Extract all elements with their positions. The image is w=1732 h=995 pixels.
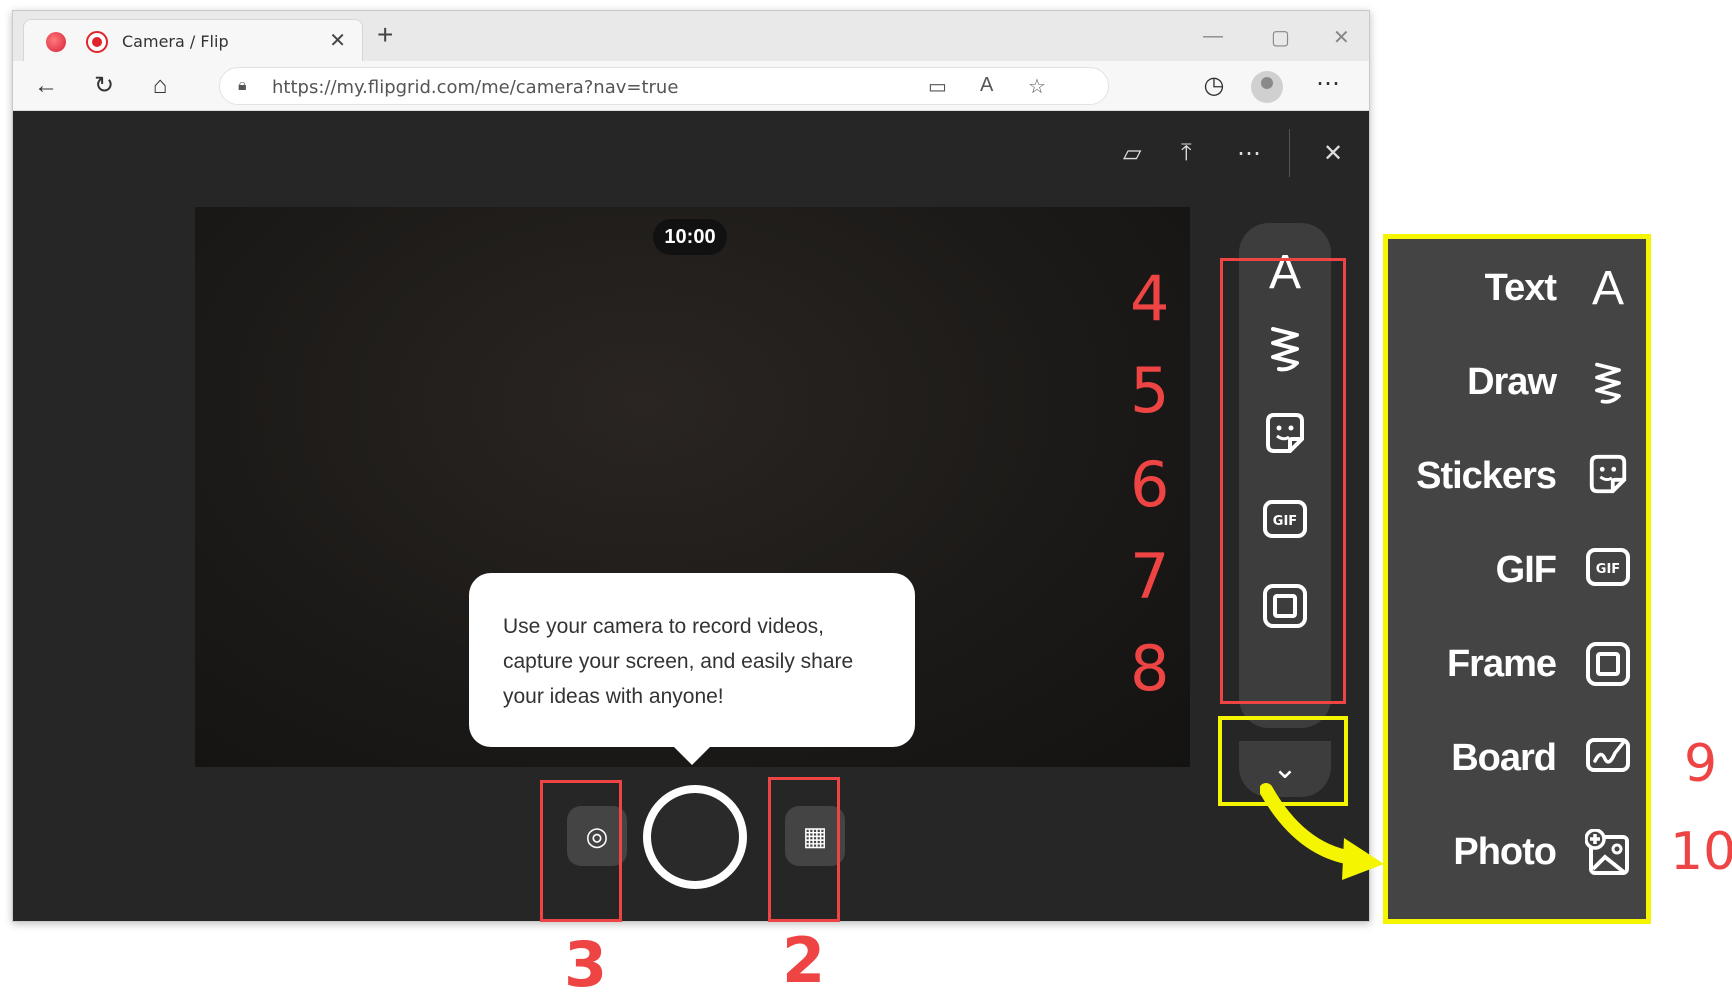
close-camera-icon[interactable]: ✕ (1323, 139, 1343, 168)
annotation-number-4: 4 (1130, 262, 1170, 335)
annotation-number-5: 5 (1130, 354, 1170, 427)
maximize-icon[interactable]: ▢ (1271, 25, 1290, 50)
annotation-number-10: 10 (1670, 822, 1732, 882)
read-aloud-icon[interactable]: A (980, 74, 993, 97)
more-icon[interactable]: ⋯ (1237, 139, 1261, 168)
menu-label: GIF (1495, 549, 1557, 591)
window-close-icon[interactable]: ✕ (1333, 25, 1350, 50)
annotation-number-2: 2 (782, 924, 826, 995)
address-bar[interactable]: 🔒︎ https://my.flipgrid.com/me/camera?nav… (219, 67, 1109, 105)
close-tab-icon[interactable]: ✕ (329, 28, 346, 53)
annotation-number-7: 7 (1130, 540, 1170, 613)
browser-toolbar: ← ↻ ⌂ 🔒︎ https://my.flipgrid.com/me/came… (13, 61, 1369, 111)
menu-item-text[interactable]: Text A (1388, 259, 1646, 319)
annotation-number-6: 6 (1130, 448, 1170, 521)
camera-preview: 10:00 Use your camera to record videos, … (195, 207, 1190, 767)
annotation-number-8: 8 (1130, 632, 1170, 705)
annotation-box-backdrop (768, 777, 840, 922)
recording-timer: 10:00 (653, 219, 727, 255)
back-icon[interactable]: ← (31, 71, 61, 101)
menu-item-gif[interactable]: GIF GIF (1388, 541, 1646, 601)
camera-permission-icon[interactable]: ▭ (928, 74, 947, 99)
expanded-tools-menu: Text A Draw Stickers GIF GIF Frame Board… (1383, 234, 1651, 924)
menu-label: Text (1484, 267, 1557, 309)
svg-text:GIF: GIF (1596, 562, 1620, 577)
new-tab-icon[interactable]: + (377, 21, 393, 49)
refresh-icon[interactable]: ↻ (89, 71, 119, 101)
menu-label: Stickers (1416, 455, 1557, 497)
menu-item-stickers[interactable]: Stickers (1388, 447, 1646, 507)
annotation-arrow (1260, 783, 1384, 880)
lock-icon: 🔒︎ (238, 77, 247, 94)
screenshot-stage: Camera / Flip ✕ + — ▢ ✕ ← ↻ ⌂ 🔒︎ https:/… (0, 0, 1732, 995)
flip-logo-icon (46, 32, 66, 52)
browser-tab[interactable]: Camera / Flip ✕ (23, 19, 363, 61)
minimize-icon[interactable]: — (1203, 25, 1223, 48)
board-icon (1584, 735, 1632, 783)
recording-indicator-icon (86, 31, 108, 53)
upload-icon[interactable]: ⤒ (1181, 139, 1192, 167)
menu-label: Draw (1467, 361, 1557, 403)
menu-item-draw[interactable]: Draw (1388, 353, 1646, 413)
annotation-box-effects (540, 780, 622, 922)
home-icon[interactable]: ⌂ (145, 71, 175, 101)
frame-icon (1584, 641, 1632, 689)
photo-icon (1584, 828, 1632, 877)
annotation-number-9: 9 (1684, 734, 1718, 794)
record-button[interactable] (643, 785, 747, 889)
more-options-icon[interactable]: ⋯ (1313, 69, 1343, 99)
tab-strip: Camera / Flip ✕ + — ▢ ✕ (13, 11, 1369, 61)
annotation-number-3: 3 (564, 928, 608, 995)
tab-title: Camera / Flip (122, 32, 229, 51)
menu-label: Frame (1446, 643, 1557, 685)
history-icon[interactable]: ◷ (1199, 71, 1229, 101)
text-icon: A (1591, 262, 1624, 315)
add-favorite-icon[interactable]: ☆ (1028, 74, 1046, 99)
menu-item-board[interactable]: Board (1388, 729, 1646, 789)
toolbar-divider (1289, 129, 1290, 177)
gif-icon: GIF (1584, 547, 1632, 595)
tooltip-text: Use your camera to record videos, captur… (503, 615, 854, 708)
profile-avatar[interactable] (1251, 71, 1283, 103)
sticker-icon (1584, 453, 1632, 501)
menu-item-frame[interactable]: Frame (1388, 635, 1646, 695)
annotation-box-rail (1220, 258, 1346, 704)
notes-icon[interactable]: ▱ (1123, 139, 1141, 168)
draw-icon (1584, 359, 1632, 407)
url-text: https://my.flipgrid.com/me/camera?nav=tr… (272, 77, 679, 98)
menu-label: Photo (1453, 831, 1557, 873)
menu-item-photo[interactable]: Photo (1388, 823, 1646, 883)
menu-label: Board (1451, 737, 1557, 779)
onboarding-tooltip: Use your camera to record videos, captur… (469, 573, 915, 765)
